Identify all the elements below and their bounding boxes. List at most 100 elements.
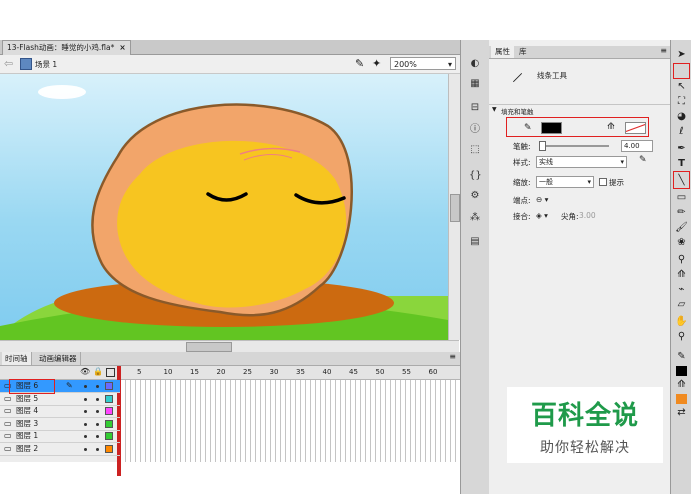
3d-rotation-tool-icon[interactable]: ◕ — [674, 110, 689, 123]
outline-color-swatch[interactable] — [105, 394, 113, 403]
document-tab[interactable]: 13-Flash动画：睡觉的小鸡.fla* × — [2, 40, 131, 55]
zoom-select[interactable]: 200% ▾ — [390, 57, 456, 70]
scale-select[interactable]: 一般 ▾ — [536, 176, 594, 188]
frame-number: 60 — [428, 368, 438, 376]
outline-color-swatch[interactable] — [105, 419, 113, 428]
panel-menu-icon[interactable]: ≡ — [449, 352, 456, 361]
hint-checkbox[interactable] — [599, 178, 607, 186]
layer-row[interactable]: ▭ 图层 4 — [0, 405, 120, 418]
tab-library[interactable]: 库 — [515, 46, 531, 58]
frame-number: 25 — [243, 368, 252, 376]
tab-motion-editor[interactable]: 动画编辑器 — [36, 352, 81, 365]
zoom-tool-icon[interactable]: ⚲ — [674, 330, 689, 343]
scroll-thumb[interactable] — [450, 194, 460, 222]
eye-icon[interactable]: 👁 — [80, 367, 90, 376]
close-icon[interactable]: × — [119, 43, 125, 52]
swatches-icon[interactable]: ▦ — [469, 78, 481, 89]
layer-row[interactable]: ▭ 图层 2 — [0, 443, 120, 456]
text-tool-icon[interactable]: T — [674, 157, 689, 170]
transform-icon[interactable]: ⬚ — [469, 144, 481, 155]
frame-number: 30 — [269, 368, 279, 376]
visibility-dot[interactable] — [84, 410, 87, 413]
visibility-dot[interactable] — [84, 397, 87, 401]
frame-grid[interactable] — [121, 380, 460, 462]
visibility-dot[interactable] — [84, 447, 87, 451]
free-transform-tool-icon[interactable]: ⛶ — [674, 95, 689, 108]
style-value: 实线 — [539, 158, 553, 166]
style-select[interactable]: 实线 ▾ — [536, 156, 627, 168]
stage-canvas[interactable] — [0, 74, 448, 340]
pen-tool-icon[interactable]: ✒ — [674, 142, 689, 155]
eyedropper-tool-icon[interactable]: ⌁ — [674, 283, 689, 296]
line-tool-icon: ― — [507, 67, 527, 87]
hand-tool-icon[interactable]: ✋ — [674, 315, 689, 328]
stroke-color-tool-icon[interactable]: ✎ — [674, 350, 689, 363]
deco-tool-icon[interactable]: ❀ — [674, 236, 689, 249]
panel-menu-icon[interactable]: ≡ — [660, 46, 667, 55]
info-icon[interactable]: ⓘ — [469, 124, 481, 135]
outline-color-swatch[interactable] — [105, 407, 113, 415]
lock-dot[interactable] — [96, 410, 99, 413]
fill-stroke-section[interactable]: ▼ 填充和笔触 — [489, 104, 670, 116]
cap-select[interactable]: ⊖ ▾ — [536, 195, 548, 204]
visibility-dot[interactable] — [84, 435, 87, 438]
outline-color-swatch[interactable] — [105, 444, 113, 453]
stroke-color-chip[interactable] — [676, 366, 687, 376]
outline-color-swatch[interactable] — [105, 432, 113, 440]
cloud — [38, 85, 86, 99]
back-arrow-icon[interactable]: ⇦ — [4, 57, 13, 70]
join-select[interactable]: ◈ ▾ — [536, 211, 548, 220]
stroke-value-field[interactable]: 4.00 — [621, 140, 653, 152]
layer-row[interactable]: ▭ 图层 3 — [0, 418, 120, 431]
collapse-icon: ▼ — [492, 106, 497, 113]
code-snippets-icon[interactable]: {} — [469, 170, 482, 181]
stroke-slider[interactable] — [539, 145, 609, 147]
scroll-thumb[interactable] — [186, 342, 232, 352]
lock-dot[interactable] — [96, 397, 99, 401]
align-icon[interactable]: ⊟ — [469, 102, 481, 113]
join-label: 接合: — [513, 212, 531, 221]
stage-vertical-scrollbar[interactable] — [448, 74, 460, 340]
eraser-tool-icon[interactable]: ▱ — [674, 298, 689, 311]
history-icon[interactable]: ▤ — [469, 236, 481, 247]
layer-icon: ▭ — [4, 406, 12, 415]
paint-bucket-tool-icon[interactable]: ⟰ — [674, 268, 689, 281]
visibility-dot[interactable] — [84, 385, 87, 388]
motion-presets-icon[interactable]: ⁂ — [469, 212, 481, 223]
rectangle-tool-icon[interactable]: ▭ — [674, 191, 689, 204]
brush-tool-icon[interactable]: 🖌 — [674, 221, 689, 234]
lock-dot[interactable] — [96, 435, 99, 438]
lock-dot[interactable] — [96, 422, 99, 426]
frame-ruler[interactable]: 5 10 15 20 25 30 35 40 45 50 55 60 — [121, 366, 460, 379]
layer-row[interactable]: ▭ 图层 5 — [0, 393, 120, 406]
pencil-tool-icon[interactable]: ✏ — [674, 206, 689, 219]
lock-dot[interactable] — [96, 447, 99, 451]
edit-scene-icon[interactable]: ✎ — [355, 57, 364, 70]
highlight-color-controls — [506, 117, 649, 137]
subselection-tool-icon[interactable]: ↖ — [674, 80, 689, 93]
outline-icon[interactable] — [106, 368, 115, 377]
fill-color-chip[interactable] — [676, 394, 687, 404]
miter-value[interactable]: 3.00 — [579, 211, 596, 220]
fill-color-tool-icon[interactable]: ⟰ — [674, 378, 689, 391]
tab-timeline[interactable]: 时间轴 — [2, 352, 32, 365]
layer-name: 图层 2 — [16, 443, 39, 453]
lasso-tool-icon[interactable]: ℓ — [674, 125, 689, 138]
layer-name: 图层 4 — [16, 406, 39, 415]
lock-icon[interactable]: 🔒 — [93, 367, 103, 376]
visibility-dot[interactable] — [84, 422, 87, 426]
swap-colors-icon[interactable]: ⇄ — [674, 406, 689, 419]
bone-tool-icon[interactable]: ⚲ — [674, 253, 689, 266]
selection-tool-icon[interactable]: ➤ — [674, 48, 689, 61]
stage-horizontal-scrollbar[interactable] — [0, 340, 459, 352]
color-icon[interactable]: ◐ — [469, 58, 481, 69]
edit-symbol-icon[interactable]: ✦ — [372, 57, 381, 70]
lock-dot[interactable] — [96, 385, 99, 388]
tab-properties[interactable]: 属性 — [491, 46, 514, 58]
components-icon[interactable]: ⚙ — [469, 190, 481, 201]
layer-row[interactable]: ▭ 图层 1 — [0, 430, 120, 443]
pencil-icon[interactable]: ✎ — [639, 155, 647, 165]
outline-color-swatch[interactable] — [105, 382, 113, 390]
scale-value: 一般 — [539, 178, 553, 186]
slider-thumb[interactable] — [539, 141, 546, 151]
